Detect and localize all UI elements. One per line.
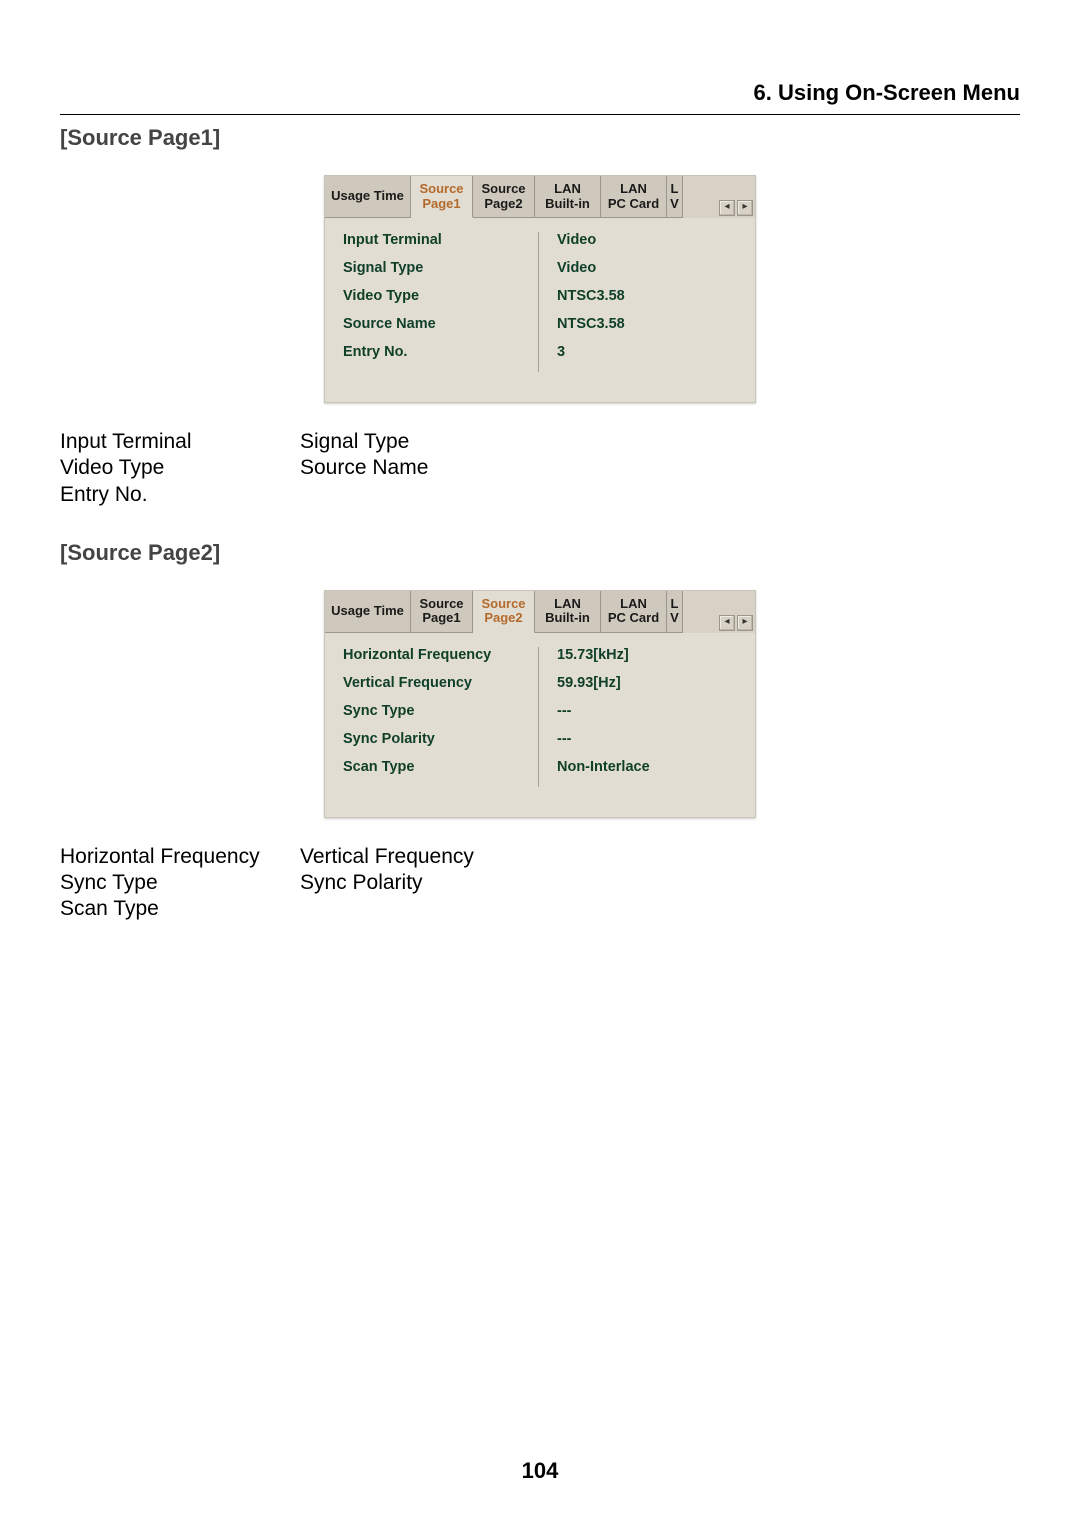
osd-labels-col: Horizontal Frequency Vertical Frequency … — [343, 647, 538, 787]
field-name: Vertical Frequency — [300, 844, 540, 870]
page-number: 104 — [0, 1458, 1080, 1484]
osd-label: Signal Type — [343, 260, 538, 276]
tab-scroll-left-icon[interactable]: ◂ — [719, 615, 735, 631]
osd-values-col: Video Video NTSC3.58 NTSC3.58 3 — [538, 232, 739, 372]
tab-usage-time[interactable]: Usage Time — [325, 176, 411, 218]
field-name: Source Name — [300, 455, 540, 481]
section-heading-source-page2: [Source Page2] — [60, 540, 1020, 566]
osd-body: Horizontal Frequency Vertical Frequency … — [325, 633, 755, 817]
tab-source-page1[interactable]: Source Page1 — [411, 591, 473, 633]
osd-value: 15.73[kHz] — [557, 647, 739, 663]
section-heading-source-page1: [Source Page1] — [60, 125, 1020, 151]
field-name: Entry No. — [60, 482, 300, 508]
osd-window-source-page2: Usage Time Source Page1 Source Page2 LAN… — [324, 590, 756, 818]
tab-source-page2[interactable]: Source Page2 — [473, 176, 535, 218]
divider — [60, 114, 1020, 115]
field-name: Sync Type — [60, 870, 300, 896]
osd-label: Sync Polarity — [343, 731, 538, 747]
tab-overflow[interactable]: L V — [667, 591, 683, 633]
osd-value: --- — [557, 731, 739, 747]
field-list-col: Vertical Frequency Sync Polarity — [300, 844, 540, 923]
field-name: Sync Polarity — [300, 870, 540, 896]
tab-row: Usage Time Source Page1 Source Page2 LAN… — [325, 591, 755, 633]
osd-window-source-page1: Usage Time Source Page1 Source Page2 LAN… — [324, 175, 756, 403]
field-name: Scan Type — [60, 896, 300, 922]
page-root: 6. Using On-Screen Menu [Source Page1] U… — [0, 0, 1080, 1524]
osd-label: Scan Type — [343, 759, 538, 775]
osd-label: Source Name — [343, 316, 538, 332]
tab-scrollers: ◂ ▸ — [719, 200, 753, 216]
osd-label: Vertical Frequency — [343, 675, 538, 691]
osd-value: Non-Interlace — [557, 759, 739, 775]
osd-label: Video Type — [343, 288, 538, 304]
osd-label: Entry No. — [343, 344, 538, 360]
osd-labels-col: Input Terminal Signal Type Video Type So… — [343, 232, 538, 372]
tab-scroll-left-icon[interactable]: ◂ — [719, 200, 735, 216]
osd-value: NTSC3.58 — [557, 316, 739, 332]
field-name: Signal Type — [300, 429, 540, 455]
osd-value: --- — [557, 703, 739, 719]
osd-value: Video — [557, 232, 739, 248]
tab-source-page2[interactable]: Source Page2 — [473, 591, 535, 633]
osd-value: Video — [557, 260, 739, 276]
field-name: Video Type — [60, 455, 300, 481]
osd-value: 3 — [557, 344, 739, 360]
tab-source-page1[interactable]: Source Page1 — [411, 176, 473, 218]
tab-lan-pccard[interactable]: LAN PC Card — [601, 176, 667, 218]
osd-values-col: 15.73[kHz] 59.93[Hz] --- --- Non-Interla… — [538, 647, 739, 787]
osd-value: NTSC3.58 — [557, 288, 739, 304]
tab-scroll-right-icon[interactable]: ▸ — [737, 615, 753, 631]
field-name: Horizontal Frequency — [60, 844, 300, 870]
osd-label: Sync Type — [343, 703, 538, 719]
chapter-title: 6. Using On-Screen Menu — [60, 80, 1020, 106]
field-list-col: Horizontal Frequency Sync Type Scan Type — [60, 844, 300, 923]
field-list-source-page2: Horizontal Frequency Sync Type Scan Type… — [60, 844, 1020, 923]
field-list-col: Signal Type Source Name — [300, 429, 540, 508]
osd-label: Input Terminal — [343, 232, 538, 248]
tab-overflow[interactable]: L V — [667, 176, 683, 218]
osd-body: Input Terminal Signal Type Video Type So… — [325, 218, 755, 402]
field-name: Input Terminal — [60, 429, 300, 455]
field-list-source-page1: Input Terminal Video Type Entry No. Sign… — [60, 429, 1020, 508]
tab-scroll-right-icon[interactable]: ▸ — [737, 200, 753, 216]
osd-value: 59.93[Hz] — [557, 675, 739, 691]
tab-lan-builtin[interactable]: LAN Built-in — [535, 591, 601, 633]
tab-lan-builtin[interactable]: LAN Built-in — [535, 176, 601, 218]
field-list-col: Input Terminal Video Type Entry No. — [60, 429, 300, 508]
tab-usage-time[interactable]: Usage Time — [325, 591, 411, 633]
tab-scrollers: ◂ ▸ — [719, 615, 753, 631]
tab-lan-pccard[interactable]: LAN PC Card — [601, 591, 667, 633]
osd-label: Horizontal Frequency — [343, 647, 538, 663]
tab-row: Usage Time Source Page1 Source Page2 LAN… — [325, 176, 755, 218]
